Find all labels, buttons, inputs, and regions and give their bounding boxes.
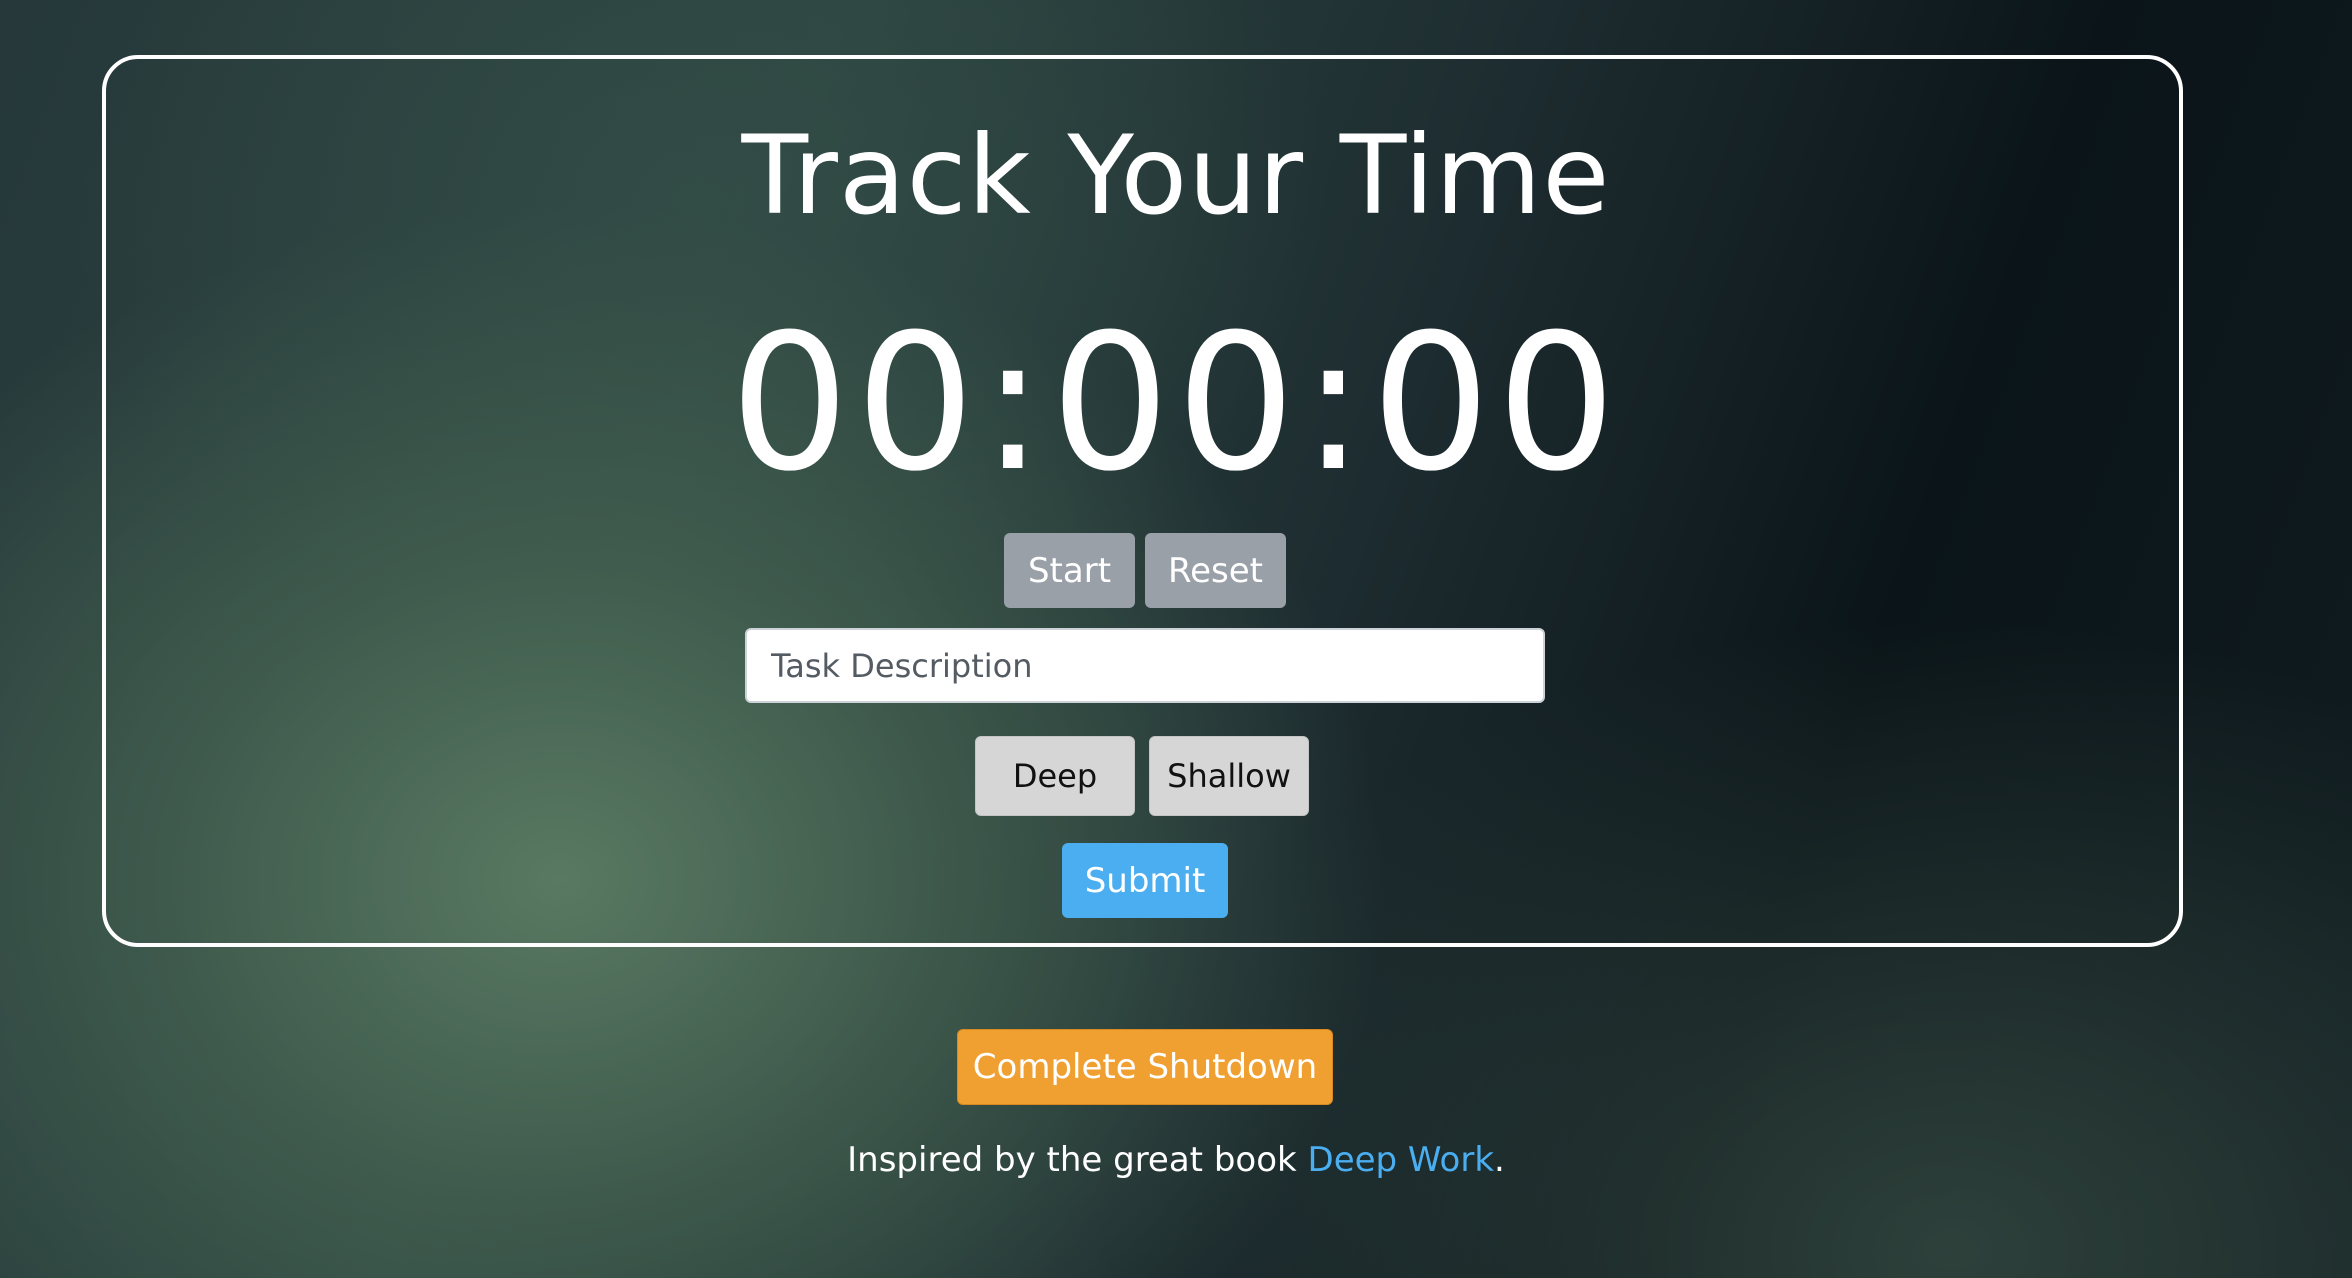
complete-shutdown-button[interactable]: Complete Shutdown bbox=[957, 1029, 1333, 1105]
page-title: Track Your Time bbox=[741, 112, 1611, 239]
task-description-input[interactable] bbox=[745, 628, 1545, 703]
footer-period: . bbox=[1494, 1140, 1505, 1180]
footer-text: Inspired by the great book bbox=[847, 1140, 1308, 1180]
timer-display: 00:00:00 bbox=[729, 294, 1623, 513]
shallow-work-button[interactable]: Shallow bbox=[1149, 736, 1309, 816]
start-button[interactable]: Start bbox=[1004, 533, 1135, 608]
deep-work-link[interactable]: Deep Work bbox=[1308, 1140, 1495, 1180]
submit-button[interactable]: Submit bbox=[1062, 843, 1228, 918]
footer: Inspired by the great book Deep Work. bbox=[0, 1140, 2352, 1180]
deep-work-button[interactable]: Deep bbox=[975, 736, 1135, 816]
reset-button[interactable]: Reset bbox=[1145, 533, 1286, 608]
